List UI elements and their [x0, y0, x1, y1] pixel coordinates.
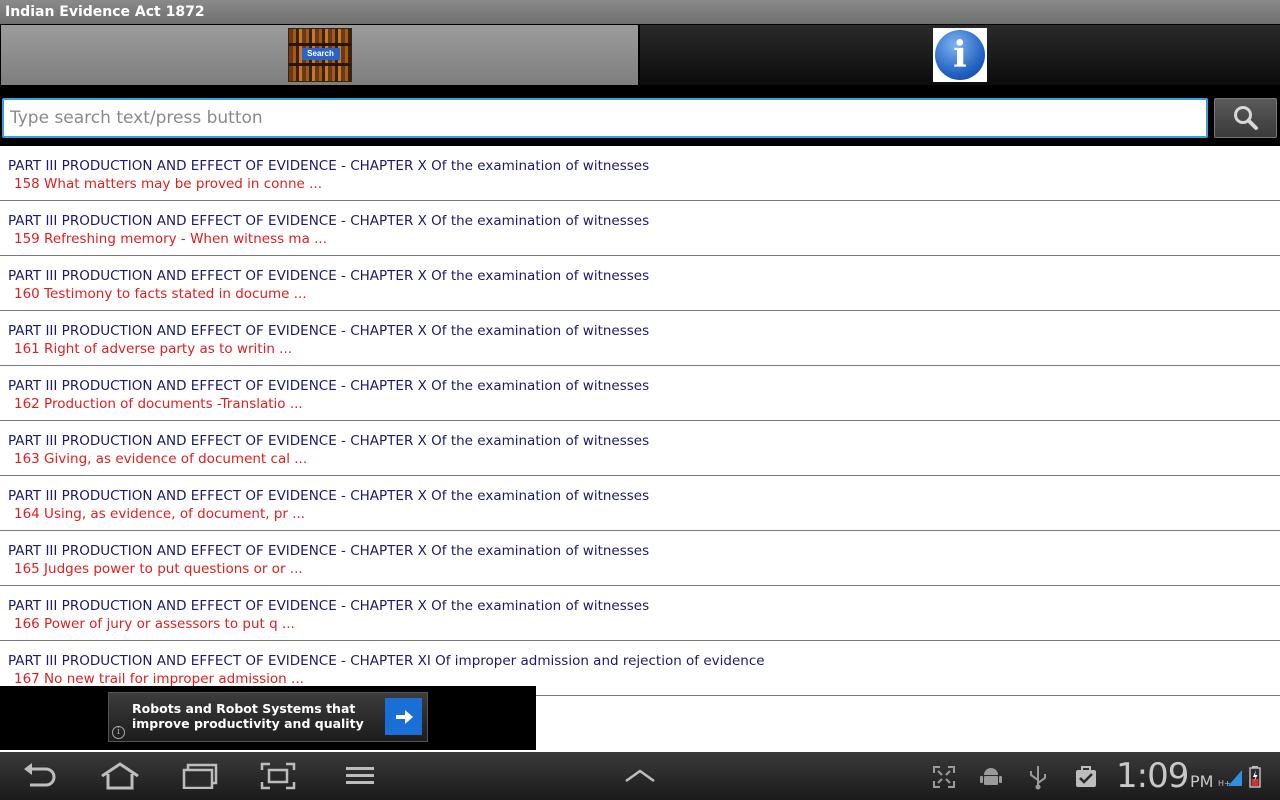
- ad-arrow-button[interactable]: [385, 698, 422, 735]
- list-item[interactable]: PART III PRODUCTION AND EFFECT OF EVIDEN…: [0, 256, 1280, 311]
- search-icon: [1233, 106, 1258, 130]
- list-item[interactable]: PART III PRODUCTION AND EFFECT OF EVIDEN…: [0, 476, 1280, 531]
- item-title: PART III PRODUCTION AND EFFECT OF EVIDEN…: [8, 378, 650, 394]
- screenshot-button[interactable]: [258, 760, 298, 792]
- tab-search[interactable]: Search: [1, 25, 638, 85]
- menu-icon: [346, 767, 374, 784]
- item-subtitle: 166 Power of jury or assessors to put q …: [14, 616, 295, 632]
- svg-text:H+: H+: [1218, 779, 1231, 788]
- list-item[interactable]: PART III PRODUCTION AND EFFECT OF EVIDEN…: [0, 146, 1280, 201]
- item-title: PART III PRODUCTION AND EFFECT OF EVIDEN…: [8, 433, 650, 449]
- arrow-right-icon: [395, 709, 413, 724]
- task-done-icon: [1072, 764, 1100, 790]
- status-ampm: PM: [1190, 772, 1214, 791]
- search-books-icon: Search: [287, 28, 352, 82]
- ad-text: Robots and Robot Systems that improve pr…: [132, 701, 364, 731]
- app-title: Indian Evidence Act 1872: [0, 0, 1280, 24]
- tab-info[interactable]: i: [640, 25, 1280, 85]
- item-title: PART III PRODUCTION AND EFFECT OF EVIDEN…: [8, 543, 650, 559]
- search-input[interactable]: [2, 98, 1208, 138]
- list-item[interactable]: PART III PRODUCTION AND EFFECT OF EVIDEN…: [0, 201, 1280, 256]
- item-title: PART III PRODUCTION AND EFFECT OF EVIDEN…: [8, 213, 650, 229]
- menu-button[interactable]: [340, 760, 380, 792]
- item-subtitle: 165 Judges power to put questions or or …: [14, 561, 303, 577]
- signal-icon: H+: [1218, 764, 1244, 790]
- back-icon: [24, 763, 56, 787]
- list-item[interactable]: PART III PRODUCTION AND EFFECT OF EVIDEN…: [0, 366, 1280, 421]
- list-item[interactable]: PART III PRODUCTION AND EFFECT OF EVIDEN…: [0, 586, 1280, 641]
- item-title: PART III PRODUCTION AND EFFECT OF EVIDEN…: [8, 268, 650, 284]
- item-subtitle: 163 Giving, as evidence of document cal …: [14, 451, 308, 467]
- search-thumb-label: Search: [301, 48, 340, 60]
- android-debug-icon: [977, 764, 1005, 790]
- item-title: PART III PRODUCTION AND EFFECT OF EVIDEN…: [8, 488, 650, 504]
- home-icon: [101, 762, 139, 790]
- item-subtitle: 161 Right of adverse party as to writin …: [14, 341, 293, 357]
- item-title: PART III PRODUCTION AND EFFECT OF EVIDEN…: [8, 653, 765, 669]
- screenshot-icon: [260, 762, 296, 790]
- results-list: PART III PRODUCTION AND EFFECT OF EVIDEN…: [0, 146, 1280, 696]
- chevron-up-icon: [625, 769, 655, 783]
- system-nav-bar: 1:09 PM H+: [0, 752, 1280, 800]
- home-button[interactable]: [100, 760, 140, 792]
- info-icon: i: [933, 28, 987, 82]
- item-subtitle: 160 Testimony to facts stated in docume …: [14, 286, 307, 302]
- list-item[interactable]: PART III PRODUCTION AND EFFECT OF EVIDEN…: [0, 531, 1280, 586]
- search-bar: [0, 86, 1280, 146]
- battery-icon: [1248, 764, 1262, 790]
- expand-button[interactable]: [620, 760, 660, 792]
- item-title: PART III PRODUCTION AND EFFECT OF EVIDEN…: [8, 158, 650, 174]
- recent-apps-icon: [182, 763, 218, 789]
- item-subtitle: 162 Production of documents -Translatio …: [14, 396, 303, 412]
- tab-bar: Search i: [0, 24, 1280, 86]
- back-button[interactable]: [20, 760, 60, 792]
- ad-card[interactable]: Robots and Robot Systems that improve pr…: [108, 692, 428, 742]
- list-item[interactable]: PART III PRODUCTION AND EFFECT OF EVIDEN…: [0, 421, 1280, 476]
- ad-info-icon[interactable]: i: [112, 726, 125, 739]
- item-subtitle: 158 What matters may be proved in conne …: [14, 176, 322, 192]
- item-subtitle: 159 Refreshing memory - When witness ma …: [14, 231, 328, 247]
- item-title: PART III PRODUCTION AND EFFECT OF EVIDEN…: [8, 598, 650, 614]
- usb-icon: [1024, 764, 1052, 790]
- list-item[interactable]: PART III PRODUCTION AND EFFECT OF EVIDEN…: [0, 311, 1280, 366]
- item-subtitle: 164 Using, as evidence, of document, pr …: [14, 506, 306, 522]
- item-title: PART III PRODUCTION AND EFFECT OF EVIDEN…: [8, 323, 650, 339]
- search-button[interactable]: [1214, 98, 1277, 138]
- ad-banner: Robots and Robot Systems that improve pr…: [0, 686, 536, 750]
- recent-apps-button[interactable]: [180, 760, 220, 792]
- fullscreen-icon[interactable]: [930, 764, 958, 790]
- status-clock: 1:09: [1116, 756, 1189, 796]
